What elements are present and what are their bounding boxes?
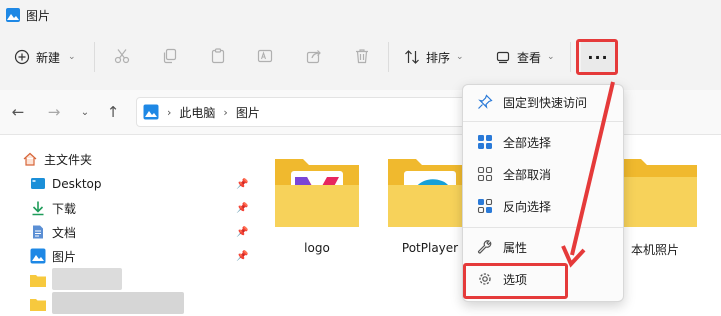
pin-icon[interactable]: 📌 [236, 179, 248, 190]
breadcrumb-this-pc[interactable]: 此电脑 [179, 104, 215, 121]
up-button[interactable]: ↑ [103, 102, 123, 122]
copy-icon [163, 48, 177, 64]
file-name: logo [304, 241, 330, 255]
arrow-up-icon: ↑ [106, 103, 120, 121]
arrow-left-icon: ← [11, 103, 25, 121]
pin-icon[interactable]: 📌 [236, 203, 248, 214]
folder-icon [30, 299, 46, 311]
pictures-folder-icon [143, 104, 159, 120]
sidebar-item-label: 主文件夹 [44, 152, 93, 167]
highlight-box-options [463, 263, 568, 299]
sidebar-item-label: 文档 [52, 225, 77, 240]
trash-icon [356, 49, 368, 64]
forward-button[interactable]: → [44, 102, 64, 122]
toolbar-divider [94, 42, 95, 72]
copy-button[interactable] [160, 46, 180, 66]
menu-item-label: 属性 [503, 240, 528, 255]
sidebar-item-documents[interactable]: 文档 📌 [30, 221, 248, 243]
properties-icon [477, 240, 492, 254]
view-button[interactable]: 查看 ⌄ [495, 46, 555, 68]
view-icon [496, 51, 510, 64]
invert-selection-icon [477, 198, 493, 214]
menu-item-properties[interactable]: 属性 [469, 233, 617, 261]
paste-button[interactable] [208, 46, 228, 66]
folder-icon [30, 275, 46, 287]
menu-item-select-all[interactable]: 全部选择 [469, 128, 617, 156]
window-title: 图片 [26, 8, 51, 23]
pictures-app-icon [6, 8, 20, 22]
menu-item-label: 固定到快速访问 [503, 95, 588, 110]
sidebar-item-pictures[interactable]: 图片 📌 [30, 245, 248, 267]
sidebar-item-desktop[interactable]: Desktop 📌 [30, 173, 248, 195]
chevron-down-icon: ⌄ [456, 52, 464, 62]
chevron-down-icon: ⌄ [547, 52, 555, 62]
file-name: 本机照片 [630, 243, 679, 257]
sidebar-item-label: 下载 [52, 201, 77, 216]
file-name: PotPlayer [401, 241, 459, 255]
menu-divider [463, 227, 623, 228]
home-icon [23, 152, 37, 166]
toolbar-divider [388, 42, 389, 72]
desktop-icon [31, 178, 45, 189]
plus-circle-icon [14, 49, 30, 65]
highlight-box-more [576, 39, 618, 75]
arrow-right-icon: → [47, 103, 61, 121]
sidebar-item-downloads[interactable]: 下载 📌 [30, 197, 248, 219]
select-none-icon [477, 166, 493, 182]
folder-thumbnail-icon [388, 159, 472, 227]
sidebar-item-label: 图片 [52, 249, 77, 264]
menu-item-label: 全部取消 [503, 167, 552, 182]
view-button-label: 查看 [517, 50, 542, 65]
folder-icon [613, 159, 697, 227]
pin-icon [478, 94, 493, 109]
rename-button[interactable] [255, 46, 275, 66]
chevron-down-icon: ⌄ [80, 106, 90, 118]
sidebar-item-home[interactable]: 主文件夹 [22, 148, 92, 170]
menu-item-select-none[interactable]: 全部取消 [469, 160, 617, 188]
pin-icon[interactable]: 📌 [236, 251, 248, 262]
breadcrumb-pictures[interactable]: 图片 [236, 104, 260, 121]
menu-item-label: 全部选择 [503, 135, 552, 150]
new-button[interactable]: 新建 ⌄ [14, 44, 76, 70]
scissors-icon [114, 49, 130, 64]
folder-thumbnail-icon [275, 159, 359, 227]
chevron-down-icon: ⌄ [68, 52, 76, 62]
toolbar-divider [570, 42, 571, 72]
share-icon [306, 50, 321, 64]
cut-button[interactable] [112, 46, 132, 66]
select-all-icon [478, 135, 492, 149]
sort-button[interactable]: 排序 ⌄ [404, 46, 464, 68]
share-button[interactable] [304, 46, 324, 66]
chevron-right-icon: › [223, 105, 228, 119]
title-bar: 图片 [0, 0, 721, 30]
recent-locations-button[interactable]: ⌄ [75, 102, 95, 122]
menu-item-invert-selection[interactable]: 反向选择 [469, 192, 617, 220]
sort-icon [405, 50, 419, 64]
new-button-label: 新建 [36, 50, 61, 65]
pictures-icon [30, 248, 46, 264]
redacted-item [52, 268, 122, 290]
back-button[interactable]: ← [8, 102, 28, 122]
sidebar-item-label: Desktop [52, 177, 102, 191]
navigation-pane: 主文件夹 Desktop 📌 下载 📌 文档 📌 图片 📌 [0, 135, 250, 316]
download-icon [32, 201, 44, 216]
rename-icon [257, 49, 273, 63]
file-item-logo[interactable]: logo [272, 155, 362, 255]
chevron-right-icon: › [167, 105, 172, 119]
paste-icon [211, 48, 225, 64]
address-bar[interactable]: › 此电脑 › 图片 [136, 97, 466, 127]
sort-button-label: 排序 [426, 50, 451, 65]
pin-icon[interactable]: 📌 [236, 227, 248, 238]
document-icon [33, 225, 43, 239]
menu-item-label: 反向选择 [503, 199, 552, 214]
redacted-item [52, 292, 184, 314]
menu-item-pin-to-quick-access[interactable]: 固定到快速访问 [469, 88, 617, 116]
delete-button[interactable] [352, 46, 372, 66]
menu-divider [463, 121, 623, 122]
